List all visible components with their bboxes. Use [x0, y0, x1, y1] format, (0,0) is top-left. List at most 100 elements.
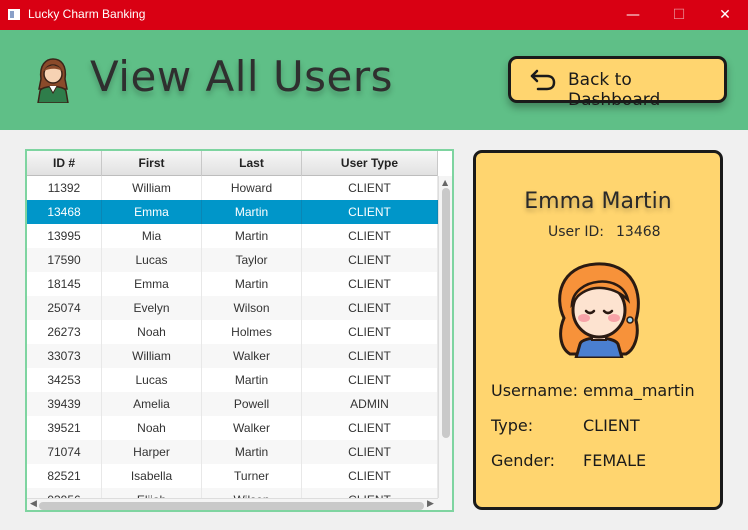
cell-first: Lucas — [102, 248, 202, 272]
scroll-up-icon[interactable]: ▲ — [442, 178, 448, 187]
column-header-id[interactable]: ID # — [27, 151, 102, 176]
cell-id: 34253 — [27, 368, 102, 392]
cell-id: 13995 — [27, 224, 102, 248]
cell-user-type: CLIENT — [302, 272, 438, 296]
cell-first: Isabella — [102, 464, 202, 488]
gender-label: Gender: — [491, 451, 556, 470]
table-body: 11392 William Howard CLIENT 13468 Emma Martin C… — [27, 176, 438, 498]
table-row[interactable]: 26273 Noah Holmes CLIENT — [27, 320, 438, 344]
user-full-name: Emma Martin — [524, 189, 672, 214]
scroll-right-icon[interactable]: ▶ — [427, 499, 434, 509]
cell-last: Martin — [202, 272, 302, 296]
cell-id: 93956 — [27, 488, 102, 498]
page-title: View All Users — [90, 52, 394, 101]
type-label: Type: — [491, 416, 534, 435]
cell-last: Martin — [202, 440, 302, 464]
minimize-button[interactable]: — — [610, 0, 656, 30]
horizontal-scrollbar[interactable]: ◀ ▶ — [27, 498, 438, 510]
cell-first: William — [102, 176, 202, 200]
table-row[interactable]: 13995 Mia Martin CLIENT — [27, 224, 438, 248]
maximize-button[interactable]: ☐ — [656, 0, 702, 30]
cell-id: 82521 — [27, 464, 102, 488]
cell-first: Lucas — [102, 368, 202, 392]
table-row[interactable]: 17590 Lucas Taylor CLIENT — [27, 248, 438, 272]
cell-id: 71074 — [27, 440, 102, 464]
page-header: View All Users Back to Dashboard — [0, 30, 748, 130]
cell-user-type: CLIENT — [302, 440, 438, 464]
cell-first: Evelyn — [102, 296, 202, 320]
cell-id: 26273 — [27, 320, 102, 344]
column-header-last[interactable]: Last — [202, 151, 302, 176]
cell-first: William — [102, 344, 202, 368]
cell-first: Mia — [102, 224, 202, 248]
vertical-scroll-thumb[interactable] — [442, 188, 450, 438]
cell-user-type: CLIENT — [302, 176, 438, 200]
table-row[interactable]: 34253 Lucas Martin CLIENT — [27, 368, 438, 392]
cell-first: Harper — [102, 440, 202, 464]
cell-last: Powell — [202, 392, 302, 416]
cell-user-type: CLIENT — [302, 320, 438, 344]
back-arrow-icon — [530, 69, 556, 91]
cell-last: Howard — [202, 176, 302, 200]
table-row[interactable]: 39521 Noah Walker CLIENT — [27, 416, 438, 440]
user-avatar-icon — [37, 58, 69, 103]
cell-last: Wilson — [202, 488, 302, 498]
cell-user-type: CLIENT — [302, 296, 438, 320]
window-titlebar: Lucky Charm Banking — ☐ ✕ — [0, 0, 748, 30]
cell-id: 39521 — [27, 416, 102, 440]
cell-user-type: CLIENT — [302, 344, 438, 368]
gender-value: FEMALE — [583, 451, 647, 470]
table-row[interactable]: 71074 Harper Martin CLIENT — [27, 440, 438, 464]
scrollbar-corner — [438, 498, 452, 510]
column-header-first[interactable]: First — [102, 151, 202, 176]
cell-first: Amelia — [102, 392, 202, 416]
cell-user-type: CLIENT — [302, 488, 438, 498]
window-title: Lucky Charm Banking — [28, 7, 146, 21]
user-id-label: User ID: — [548, 224, 604, 240]
cell-first: Noah — [102, 416, 202, 440]
table-row[interactable]: 11392 William Howard CLIENT — [27, 176, 438, 200]
table-row[interactable]: 25074 Evelyn Wilson CLIENT — [27, 296, 438, 320]
cell-id: 25074 — [27, 296, 102, 320]
cell-id: 39439 — [27, 392, 102, 416]
cell-first: Emma — [102, 200, 202, 224]
username-label: Username: — [491, 381, 578, 400]
close-button[interactable]: ✕ — [702, 0, 748, 30]
cell-last: Martin — [202, 200, 302, 224]
table-row[interactable]: 13468 Emma Martin CLIENT — [27, 200, 438, 224]
table-header: ID # First Last User Type — [27, 151, 438, 176]
cell-user-type: CLIENT — [302, 200, 438, 224]
cell-last: Walker — [202, 416, 302, 440]
cell-user-type: CLIENT — [302, 248, 438, 272]
cell-user-type: CLIENT — [302, 464, 438, 488]
cell-first: Emma — [102, 272, 202, 296]
cell-id: 11392 — [27, 176, 102, 200]
cell-id: 33073 — [27, 344, 102, 368]
table-row[interactable]: 39439 Amelia Powell ADMIN — [27, 392, 438, 416]
type-value: CLIENT — [583, 416, 640, 435]
vertical-scrollbar[interactable]: ▲ — [438, 176, 452, 498]
scroll-left-icon[interactable]: ◀ — [30, 499, 37, 509]
users-table: ID # First Last User Type 11392 William Ho… — [25, 149, 454, 512]
cell-user-type: CLIENT — [302, 368, 438, 392]
cell-user-type: CLIENT — [302, 224, 438, 248]
cell-first: Noah — [102, 320, 202, 344]
table-row[interactable]: 93956ElijahWilsonCLIENT — [27, 488, 438, 498]
cell-user-type: ADMIN — [302, 392, 438, 416]
horizontal-scroll-thumb[interactable] — [39, 502, 424, 510]
back-button-label: Back to Dashboard — [568, 70, 661, 110]
table-row[interactable]: 33073 William Walker CLIENT — [27, 344, 438, 368]
column-header-user-type[interactable]: User Type — [302, 151, 438, 176]
cell-user-type: CLIENT — [302, 416, 438, 440]
cell-last: Martin — [202, 368, 302, 392]
table-row[interactable]: 82521 Isabella Turner CLIENT — [27, 464, 438, 488]
cell-last: Taylor — [202, 248, 302, 272]
user-details-card: Emma Martin User ID: 13468 Username: emm… — [473, 150, 723, 510]
back-to-dashboard-button[interactable]: Back to Dashboard — [508, 56, 727, 110]
table-row[interactable]: 18145 Emma Martin CLIENT — [27, 272, 438, 296]
cell-first: Elijah — [102, 488, 202, 498]
cell-last: Walker — [202, 344, 302, 368]
cell-id: 18145 — [27, 272, 102, 296]
user-id-value: 13468 — [616, 224, 661, 240]
cell-last: Martin — [202, 224, 302, 248]
